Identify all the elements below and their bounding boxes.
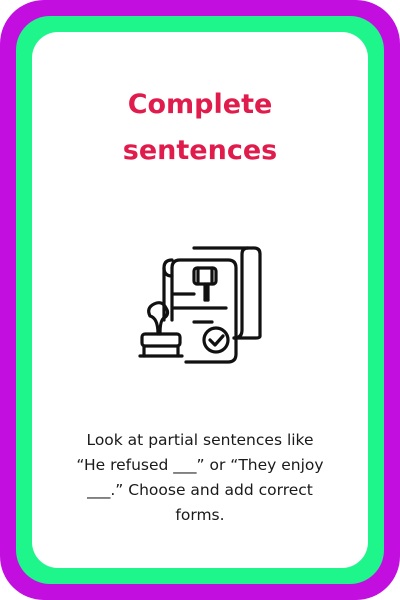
card-description-line-4: forms. (175, 506, 225, 524)
card-description-line-3: ___.” Choose and add correct (87, 481, 313, 499)
card-description-line-2: “He refused ___” or “They enjoy (76, 456, 324, 474)
legal-document-icon (136, 238, 264, 366)
card-title-line-2: sentences (122, 135, 278, 166)
card-description: Look at partial sentences like “He refus… (52, 428, 348, 528)
card-description-line-1: Look at partial sentences like (86, 431, 314, 449)
card-title: Complete sentences (0, 82, 400, 174)
card-title-line-1: Complete (127, 89, 273, 120)
